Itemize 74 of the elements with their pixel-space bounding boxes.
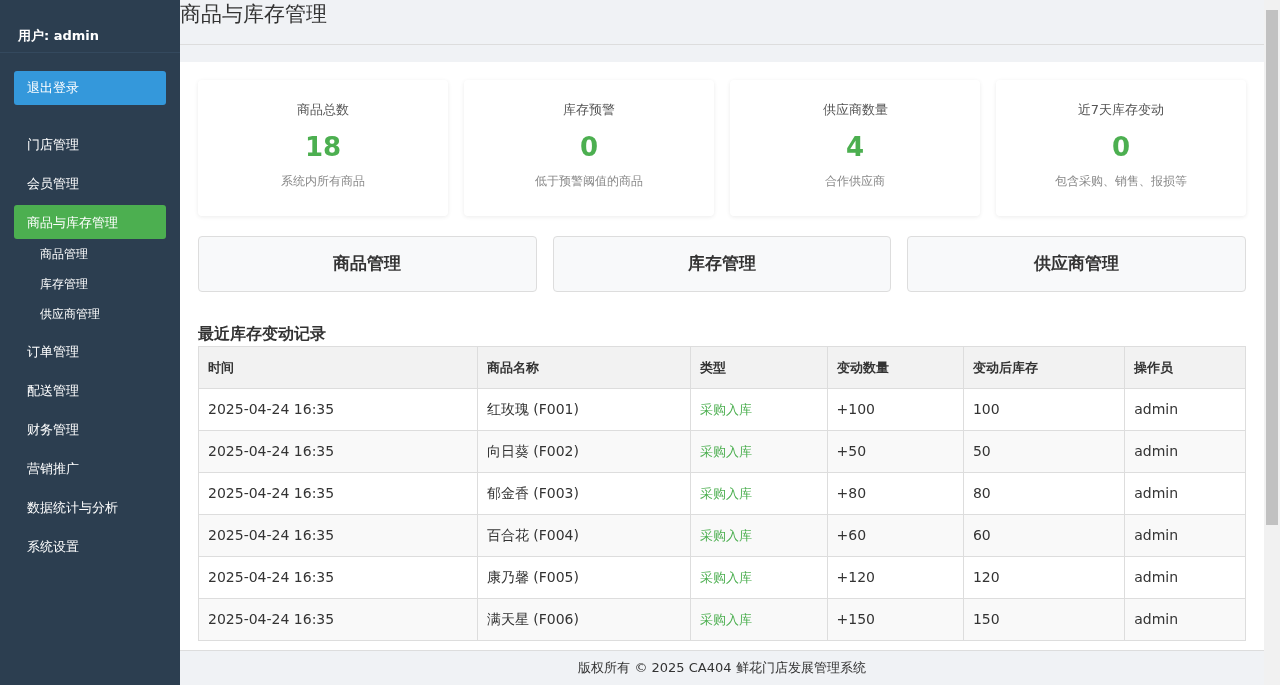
column-header: 商品名称 (477, 346, 691, 389)
footer-text: 版权所有 © 2025 CA404 鲜花门店发展管理系统 (578, 660, 866, 675)
type-label: 采购入库 (700, 444, 753, 459)
table-cell: 50 (963, 430, 1125, 473)
table-cell: 2025-04-24 16:35 (198, 598, 478, 641)
table-cell: 60 (963, 514, 1125, 557)
table-cell: admin (1124, 514, 1246, 557)
stat-note: 系统内所有商品 (281, 173, 365, 188)
page-title: 商品与库存管理 (180, 2, 327, 26)
user-label: 用户: admin (18, 28, 100, 43)
table-cell: 120 (963, 556, 1125, 599)
stat-value: 0 (579, 131, 599, 162)
stat-value: 4 (845, 131, 865, 162)
sidebar-item[interactable]: 会员管理 (14, 165, 166, 200)
stat-value: 0 (1111, 131, 1131, 162)
table-cell: 满天星 (F006) (477, 598, 691, 641)
table-cell: 红玫瑰 (F001) (477, 388, 691, 431)
scrollbar-thumb[interactable] (1266, 10, 1278, 525)
stat-note: 低于预警阈值的商品 (535, 173, 643, 188)
table-cell: 康乃馨 (F005) (477, 556, 691, 599)
column-header: 变动数量 (827, 346, 964, 389)
sidebar-subitem[interactable]: 供应商管理 (0, 298, 180, 329)
table-cell: admin (1124, 472, 1246, 515)
column-header: 变动后库存 (963, 346, 1125, 389)
table-cell: +120 (827, 556, 964, 599)
column-header: 时间 (198, 346, 478, 389)
table-cell: 向日葵 (F002) (477, 430, 691, 473)
table-cell: +150 (827, 598, 964, 641)
table-cell: +50 (827, 430, 964, 473)
sidebar-item[interactable]: 财务管理 (14, 411, 166, 446)
table-cell: 2025-04-24 16:35 (198, 514, 478, 557)
quick-link-button[interactable]: 库存管理 (552, 236, 892, 292)
table-cell: 2025-04-24 16:35 (198, 472, 478, 515)
sidebar-item[interactable]: 配送管理 (14, 372, 166, 407)
table-cell: admin (1124, 388, 1246, 431)
table-cell: admin (1124, 598, 1246, 641)
sidebar-subitem[interactable]: 库存管理 (0, 268, 180, 299)
table-cell: 2025-04-24 16:35 (198, 430, 478, 473)
type-label: 采购入库 (700, 528, 753, 543)
type-label: 采购入库 (700, 486, 753, 501)
table-cell: +80 (827, 472, 964, 515)
table-cell: 80 (963, 472, 1125, 515)
column-header: 类型 (690, 346, 828, 389)
stat-value: 18 (304, 131, 342, 162)
table-cell: +100 (827, 388, 964, 431)
column-header: 操作员 (1124, 346, 1246, 389)
stat-title: 商品总数 (297, 102, 349, 117)
stat-note: 合作供应商 (825, 173, 885, 188)
sidebar-item[interactable]: 订单管理 (14, 333, 166, 368)
sidebar-item[interactable]: 营销推广 (14, 450, 166, 485)
quick-link-button[interactable]: 供应商管理 (907, 236, 1246, 292)
table-cell: 郁金香 (F003) (477, 472, 691, 515)
sidebar-item[interactable]: 门店管理 (14, 126, 166, 161)
stat-title: 近7天库存变动 (1077, 102, 1165, 117)
table-cell: +60 (827, 514, 964, 557)
table-cell: admin (1124, 556, 1246, 599)
sidebar-item[interactable]: 数据统计与分析 (14, 489, 166, 524)
quick-link-button[interactable]: 商品管理 (198, 236, 537, 292)
table-cell: 2025-04-24 16:35 (198, 556, 478, 599)
type-label: 采购入库 (700, 570, 753, 585)
sidebar-item[interactable]: 系统设置 (14, 528, 166, 563)
stat-title: 库存预警 (563, 102, 615, 117)
table-cell: admin (1124, 430, 1246, 473)
table-cell: 100 (963, 388, 1125, 431)
table-cell: 150 (963, 598, 1125, 641)
type-label: 采购入库 (700, 402, 753, 417)
section-title: 最近库存变动记录 (198, 323, 327, 345)
stat-note: 包含采购、销售、报损等 (1055, 173, 1187, 188)
stat-title: 供应商数量 (822, 102, 888, 117)
scrollbar[interactable] (1264, 0, 1280, 685)
sidebar-subitem[interactable]: 商品管理 (0, 238, 180, 269)
table-cell: 2025-04-24 16:35 (198, 388, 478, 431)
table-cell: 百合花 (F004) (477, 514, 691, 557)
type-label: 采购入库 (700, 612, 753, 627)
